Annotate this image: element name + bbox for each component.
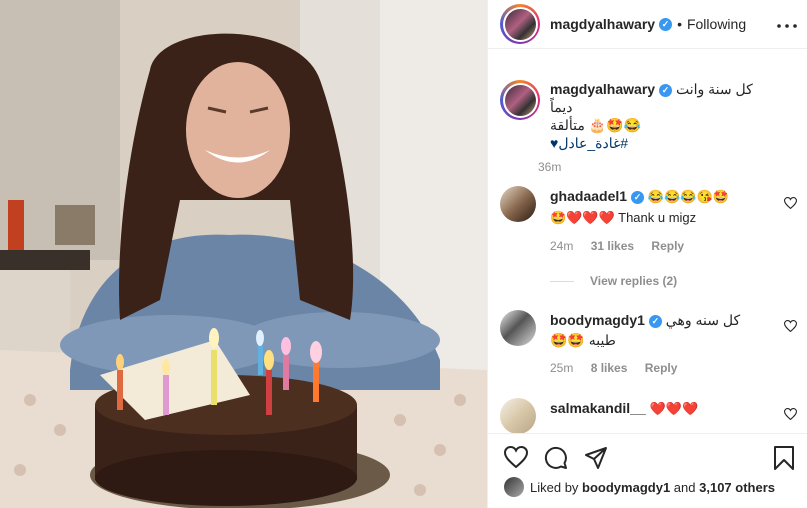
comment-likes[interactable]: 8 likes xyxy=(591,361,628,375)
comment-avatar[interactable] xyxy=(500,186,536,222)
bookmark-icon[interactable] xyxy=(773,446,795,475)
caption-line2: 😂🤩🎂 متألقة xyxy=(550,117,642,133)
comment-like-heart-icon[interactable] xyxy=(783,320,798,335)
following-button[interactable]: Following xyxy=(687,16,746,32)
author-avatar[interactable] xyxy=(500,4,540,44)
separator-dot: • xyxy=(677,16,682,32)
comment-line2: طيبه 🤩🤩 xyxy=(550,332,616,348)
likes-count[interactable]: 3,107 others xyxy=(699,480,775,495)
caption-hashtag[interactable]: #غادة_عادل♥ xyxy=(550,135,628,151)
comment-likes[interactable]: 31 likes xyxy=(591,239,634,253)
post-header: magdyalhawary ✓ • Following xyxy=(488,0,807,49)
comment-like-heart-icon[interactable] xyxy=(783,197,798,212)
comment-line1: ❤️❤️❤️ xyxy=(649,401,699,416)
view-replies-button[interactable]: View replies (2) xyxy=(550,274,677,288)
comment-time: 25m xyxy=(550,361,574,375)
comment-avatar[interactable] xyxy=(500,310,536,346)
comment-username[interactable]: ghadaadel1 xyxy=(550,188,627,204)
liker-avatar[interactable] xyxy=(504,477,524,497)
comment-item: ghadaadel1 ✓ 😂😂😂😘🤩 🤩❤️❤️❤️ Thank u migz 2… xyxy=(500,186,797,256)
comment-avatar[interactable] xyxy=(500,398,536,434)
post-caption: magdyalhawary ✓ كل سنة وانت ديماً 😂🤩🎂 متأ… xyxy=(500,80,797,174)
likes-and: and xyxy=(673,479,696,495)
comment-reply-button[interactable]: Reply xyxy=(645,361,678,375)
verified-icon: ✓ xyxy=(648,315,662,328)
share-icon[interactable] xyxy=(584,446,608,475)
photo-illustration xyxy=(0,0,487,508)
post-panel: magdyalhawary ✓ • Following magdyalhawar… xyxy=(487,0,807,508)
likes-summary: Liked by boodymagdy1 and 3,107 others xyxy=(504,477,775,497)
comment-line2: 🤩❤️❤️❤️ Thank u migz xyxy=(550,210,697,225)
author-username[interactable]: magdyalhawary xyxy=(550,16,655,32)
caption-avatar[interactable] xyxy=(500,80,540,120)
heart-icon[interactable] xyxy=(503,445,529,473)
comment-like-heart-icon[interactable] xyxy=(783,408,798,423)
comment-username[interactable]: salmakandil__ xyxy=(550,400,646,416)
verified-icon: ✓ xyxy=(631,191,645,204)
comment-username[interactable]: boodymagdy1 xyxy=(550,312,645,328)
likes-prefix: Liked by xyxy=(530,479,579,495)
post-time: 36m xyxy=(538,160,562,174)
comment-line1: كل سنه وهي xyxy=(665,312,741,328)
action-bar xyxy=(488,433,807,482)
post-photo[interactable] xyxy=(0,0,487,508)
more-icon[interactable] xyxy=(777,12,797,33)
comment-time: 24m xyxy=(550,239,574,253)
comment-item: salmakandil__ ❤️❤️❤️ xyxy=(500,398,797,434)
comment-reply-button[interactable]: Reply xyxy=(651,239,684,253)
liker-username[interactable]: boodymagdy1 xyxy=(582,480,670,495)
caption-username[interactable]: magdyalhawary xyxy=(550,81,655,97)
verified-icon: ✓ xyxy=(659,84,673,97)
verified-icon: ✓ xyxy=(659,17,673,31)
comment-line1: 😂😂😂😘🤩 xyxy=(647,189,729,204)
comment-item: boodymagdy1 ✓ كل سنه وهي طيبه 🤩🤩 25m 8 li… xyxy=(500,310,797,378)
comment-icon[interactable] xyxy=(544,446,568,475)
